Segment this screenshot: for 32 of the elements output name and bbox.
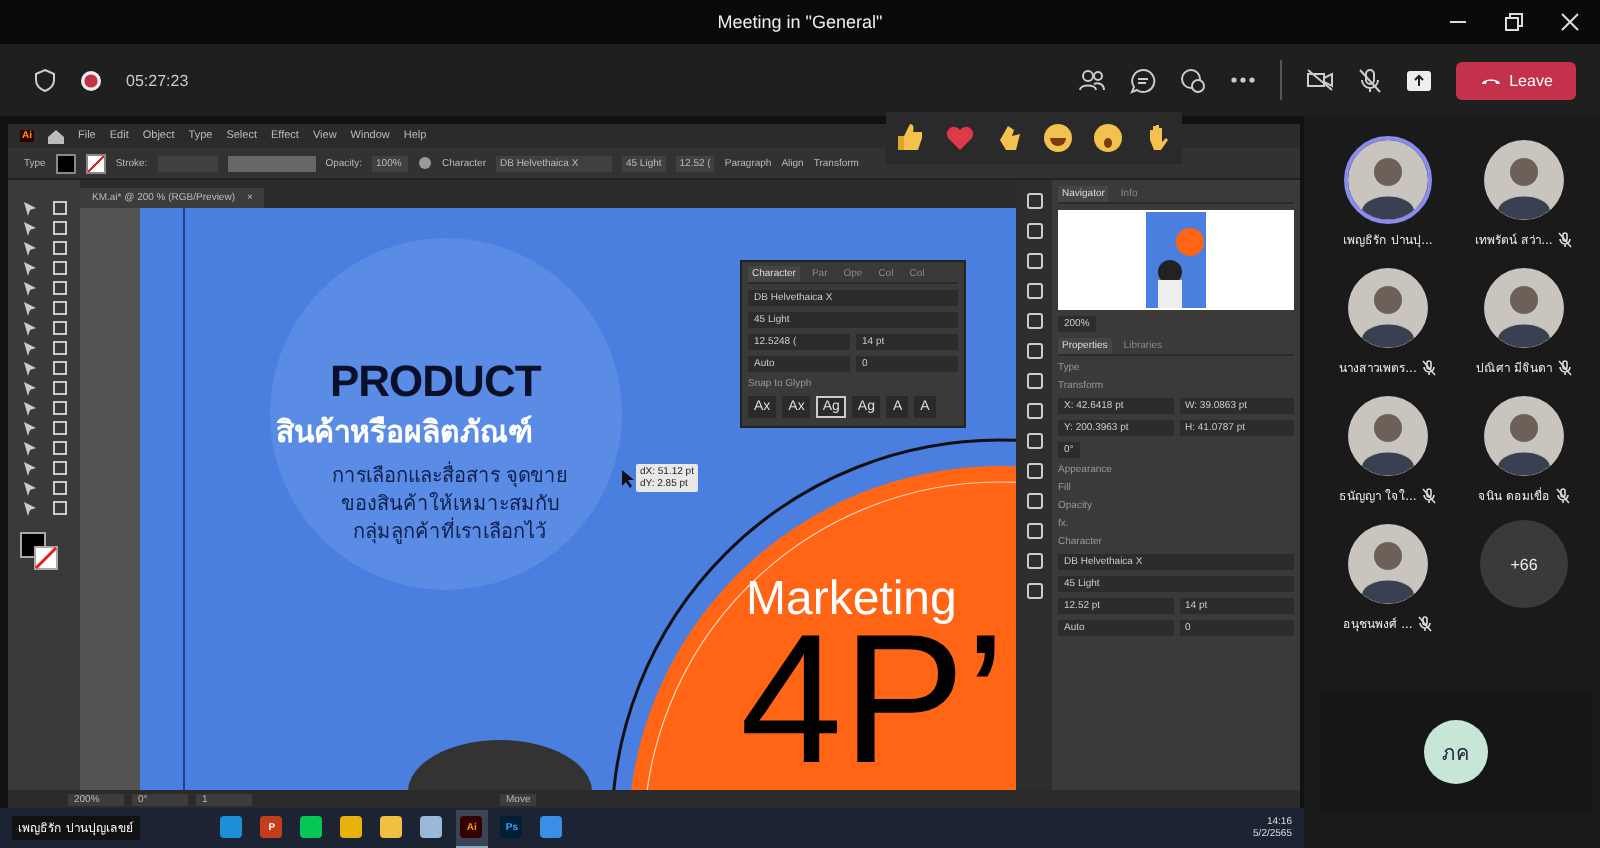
chat-icon[interactable] [1130,67,1156,93]
laugh-icon[interactable] [1042,122,1075,154]
body-text: กลุ่มลูกค้าที่เราเลือกไว้ [353,520,547,548]
leave-button[interactable]: Leave [1456,61,1576,99]
self-avatar: ภค [1424,720,1488,784]
body-text: การเลือกและสื่อสาร จุดขาย [331,464,569,492]
fill-stroke-swatch-icon[interactable] [20,532,60,572]
cursor-icon [622,470,634,488]
shield-icon[interactable] [34,68,56,92]
more-participants-button[interactable]: +66 [1480,520,1568,608]
body-text: ของสินค้าให้เหมาะสมกับ [341,492,559,517]
restore-icon[interactable] [1504,12,1524,32]
share-screen-icon[interactable] [1406,69,1432,91]
globe-icon[interactable] [418,156,433,170]
product-heading: PRODUCT [330,356,541,408]
stroke-swatch[interactable] [85,153,106,173]
meeting-timer: 05:27:23 [126,71,189,89]
window-title: Meeting in "General" [717,12,883,32]
surprised-icon[interactable] [1091,122,1124,154]
variable-width-field[interactable] [227,155,316,171]
more-icon[interactable] [1230,76,1256,84]
participants-icon[interactable] [1078,68,1106,92]
reactions-icon[interactable] [1180,67,1206,93]
camera-icon[interactable] [1306,68,1334,92]
product-subheading: สินค้าหรือผลิตภัณฑ์ [276,412,532,454]
fill-swatch[interactable] [55,153,76,173]
close-icon[interactable] [1560,12,1580,32]
microphone-icon[interactable] [1358,67,1382,93]
like-icon[interactable] [894,122,927,154]
phone-icon [1479,74,1502,86]
heart-icon[interactable] [943,122,976,154]
home-icon[interactable] [48,129,64,143]
